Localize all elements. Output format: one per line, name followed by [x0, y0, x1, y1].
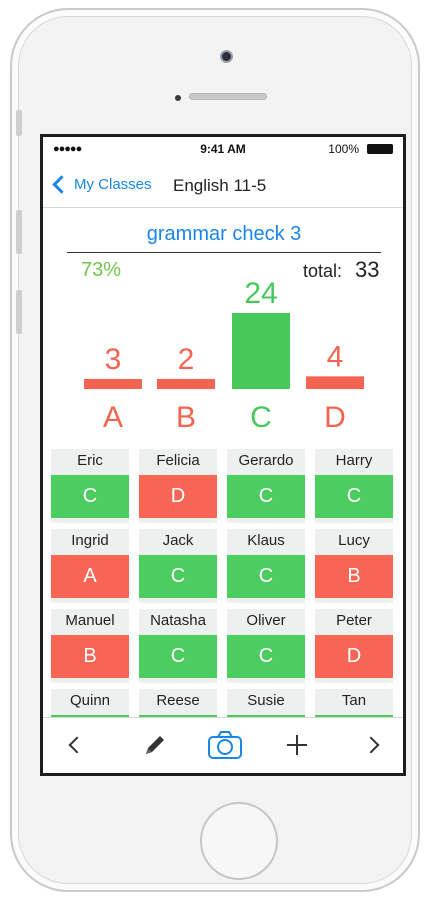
student-tile[interactable]: Gerardo C — [227, 449, 305, 523]
student-name: Quinn — [69, 692, 111, 709]
student-name: Eric — [77, 452, 103, 469]
student-grade: D — [315, 635, 393, 678]
student-grade: D — [139, 475, 217, 518]
student-tile[interactable]: Reese — [139, 689, 217, 719]
student-name: Klaus — [247, 532, 285, 549]
chevron-left-icon — [68, 736, 86, 754]
student-name: Susie — [247, 692, 285, 709]
plus-icon — [287, 735, 307, 755]
student-tile[interactable]: Lucy B — [315, 529, 393, 603]
student-name: Felicia — [156, 452, 200, 469]
student-grade: C — [51, 475, 129, 518]
student-name: Ingrid — [71, 532, 109, 549]
student-grade: A — [51, 555, 129, 598]
student-grid: Eric C Felicia D Gerardo C Harry C Ingrid A Jack C K… — [51, 449, 401, 719]
pencil-icon — [146, 736, 164, 754]
answer-distribution-chart: 3 A 2 B 24 C 4 D — [84, 277, 364, 434]
category-label-c: C — [250, 401, 272, 434]
student-grade: C — [139, 555, 217, 598]
bar-value-label: 24 — [244, 277, 277, 310]
student-tile[interactable]: Harry C — [315, 449, 393, 523]
previous-button[interactable] — [57, 728, 91, 762]
next-button[interactable] — [357, 728, 391, 762]
student-grade: B — [315, 555, 393, 598]
camera-icon — [208, 731, 242, 759]
earpiece-speaker — [189, 93, 267, 100]
student-tile[interactable]: Felicia D — [139, 449, 217, 523]
student-name: Harry — [335, 452, 373, 469]
proximity-sensor — [175, 95, 181, 101]
student-name: Tan — [341, 692, 367, 709]
student-tile[interactable]: Eric C — [51, 449, 129, 523]
student-grade: B — [51, 635, 129, 678]
category-label-d: D — [324, 401, 346, 434]
bar-value-label: 2 — [178, 343, 195, 376]
student-tile[interactable]: Manuel B — [51, 609, 129, 683]
student-grade: C — [315, 475, 393, 518]
student-tile[interactable]: Susie — [227, 689, 305, 719]
student-grade: C — [227, 635, 305, 678]
student-name: Natasha — [150, 612, 206, 629]
student-tile[interactable]: Quinn — [51, 689, 129, 719]
mute-switch — [16, 110, 22, 136]
front-camera — [220, 50, 233, 63]
add-button[interactable] — [277, 728, 317, 762]
bar-a — [84, 379, 142, 389]
bar-d — [306, 376, 364, 389]
student-name: Oliver — [246, 612, 286, 629]
category-label-b: B — [176, 401, 196, 434]
student-tile[interactable]: Jack C — [139, 529, 217, 603]
camera-button[interactable] — [203, 728, 247, 762]
bottom-toolbar — [43, 717, 403, 773]
bar-value-label: 4 — [327, 340, 344, 373]
student-name: Peter — [336, 612, 372, 629]
edit-button[interactable] — [135, 728, 175, 762]
student-name: Gerardo — [238, 452, 294, 469]
student-tile[interactable]: Natasha C — [139, 609, 217, 683]
student-grade: C — [227, 475, 305, 518]
volume-up-button — [16, 210, 22, 254]
chevron-right-icon — [362, 736, 380, 754]
volume-down-button — [16, 290, 22, 334]
student-tile[interactable]: Tan — [315, 689, 393, 719]
student-tile[interactable]: Peter D — [315, 609, 393, 683]
bar-c — [232, 313, 290, 389]
student-name: Jack — [162, 532, 194, 549]
student-grade: C — [227, 555, 305, 598]
app-screen: ●●●●● 9:41 AM 100% My Classes English 11… — [40, 134, 406, 776]
student-name: Manuel — [65, 612, 115, 629]
home-button[interactable] — [200, 802, 278, 880]
student-tile[interactable]: Klaus C — [227, 529, 305, 603]
student-grade: C — [139, 635, 217, 678]
bar-b — [157, 379, 215, 389]
category-label-a: A — [103, 401, 123, 434]
student-name: Reese — [156, 692, 200, 709]
student-name: Lucy — [338, 532, 370, 549]
bar-value-label: 3 — [105, 343, 122, 376]
student-tile[interactable]: Ingrid A — [51, 529, 129, 603]
student-tile[interactable]: Oliver C — [227, 609, 305, 683]
